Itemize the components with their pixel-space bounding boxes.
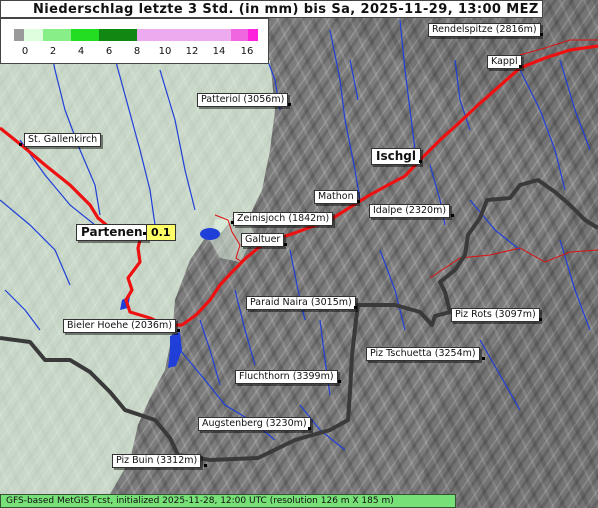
marker-fluchthorn	[338, 380, 341, 383]
marker-piz-tschuetta	[482, 357, 485, 360]
label-fluchthorn: Fluchthorn (3399m)	[235, 370, 338, 384]
label-mathon: Mathon	[314, 190, 358, 204]
precipitation-map	[0, 0, 598, 508]
label-piz-tschuetta: Piz Tschuetta (3254m)	[366, 347, 480, 361]
marker-piz-buin	[204, 464, 207, 467]
marker-bieler-hoehe	[177, 329, 180, 332]
label-galtuer: Galtuer	[241, 233, 285, 247]
legend-tick: 10	[158, 46, 172, 57]
legend-tick: 8	[133, 46, 141, 57]
marker-mathon	[357, 200, 360, 203]
legend-swatch-14-16	[231, 29, 248, 41]
marker-piz-rots	[539, 318, 542, 321]
legend-swatch-over-16	[248, 29, 258, 41]
marker-rendelspitze	[540, 33, 543, 36]
label-partenen: Partenen	[76, 224, 148, 241]
label-piz-buin: Piz Buin (3312m)	[112, 454, 202, 468]
map-title: Niederschlag letzte 3 Std. (in mm) bis S…	[33, 2, 539, 17]
marker-patteriol	[288, 103, 291, 106]
marker-zeinisjoch	[231, 221, 234, 224]
label-augstenberg: Augstenberg (3230m)	[198, 417, 311, 431]
label-idalpe: Idalpe (2320m)	[369, 204, 451, 218]
legend-swatch-6-8	[99, 29, 137, 41]
label-zeinisjoch: Zeinisjoch (1842m)	[233, 212, 334, 226]
precip-legend: 0 2 4 6 8 10 12 14 16	[0, 18, 269, 64]
legend-tick: 2	[49, 46, 57, 57]
label-st-gallenkirch: St. Gallenkirch	[24, 133, 102, 147]
legend-tick: 6	[105, 46, 113, 57]
legend-tick: 0	[21, 46, 29, 57]
legend-swatch-4-6	[71, 29, 99, 41]
title-box: Niederschlag letzte 3 Std. (in mm) bis S…	[0, 0, 543, 18]
marker-galtuer	[284, 243, 287, 246]
label-paraid-naira: Paraid Naira (3015m)	[246, 296, 356, 310]
marker-st-gallenkirch	[19, 143, 22, 146]
label-rendelspitze: Rendelspitze (2816m)	[428, 23, 541, 37]
label-kappl: Kappl	[487, 55, 522, 69]
legend-swatch-none	[14, 29, 24, 41]
marker-idalpe	[451, 214, 454, 217]
legend-tick: 16	[240, 46, 254, 57]
lake-kops	[200, 228, 220, 240]
legend-tick: 4	[77, 46, 85, 57]
model-info-footer: GFS-based MetGIS Fcst, initialized 2025-…	[0, 494, 456, 508]
legend-swatch-2-4	[43, 29, 71, 41]
legend-swatch-0-2	[24, 29, 43, 41]
label-ischgl: Ischgl	[371, 148, 421, 165]
marker-partenen	[143, 232, 146, 235]
label-bieler-hoehe: Bieler Hoehe (2036m)	[63, 319, 176, 333]
legend-swatch-8-14	[137, 29, 231, 41]
precip-value-badge: 0.1	[146, 224, 176, 241]
label-piz-rots: Piz Rots (3097m)	[451, 308, 540, 322]
legend-tick: 12	[185, 46, 199, 57]
legend-color-bar	[14, 29, 258, 41]
marker-ischgl	[419, 160, 422, 163]
marker-kappl	[519, 65, 522, 68]
marker-paraid-naira	[354, 306, 357, 309]
legend-tick: 14	[212, 46, 226, 57]
label-patteriol: Patteriol (3056m)	[197, 93, 289, 107]
marker-augstenberg	[308, 427, 311, 430]
